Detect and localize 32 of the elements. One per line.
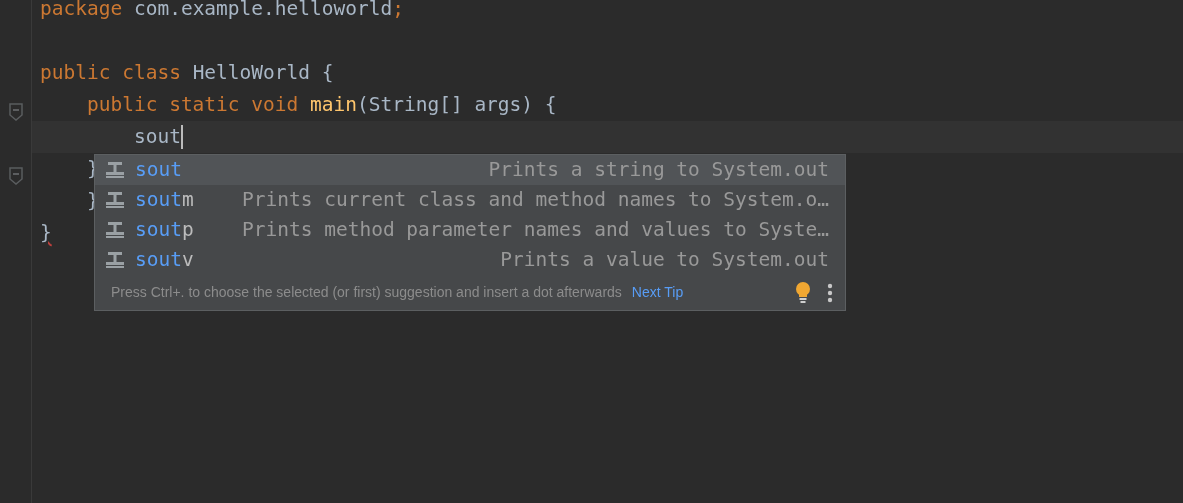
code-text: (String[] args) {	[357, 92, 557, 119]
template-icon	[105, 220, 125, 240]
item-description: Prints a value to System.out	[500, 247, 829, 274]
completion-item[interactable]: sout Prints a string to System.out	[95, 155, 845, 185]
lightbulb-icon	[795, 281, 811, 304]
hint-text: Press Ctrl+. to choose the selected (or first) suggestion and insert a dot afterwards	[111, 283, 622, 302]
item-description: Prints current class and method names to System.o…	[242, 187, 829, 214]
code-text: public class	[40, 60, 181, 87]
code-text: HelloWorld {	[191, 60, 334, 87]
code-text: package	[40, 0, 123, 23]
template-icon	[105, 160, 125, 180]
code-text: }	[40, 220, 52, 247]
next-tip-link[interactable]: Next Tip	[631, 282, 684, 303]
template-icon	[105, 250, 125, 270]
item-name: soutv	[135, 247, 195, 274]
item-description: Prints a string to System.out	[488, 157, 829, 184]
code-text: public static void	[85, 92, 299, 119]
template-icon	[105, 190, 125, 210]
item-name: sout	[135, 157, 183, 184]
completion-item[interactable]: soutm Prints current class and method names to System.o…	[95, 185, 845, 215]
more-options-icon[interactable]	[827, 282, 833, 303]
code-text: ;	[392, 0, 404, 23]
completion-item[interactable]: soutp Prints method parameter names and values to Syste…	[95, 215, 845, 245]
item-name: soutp	[135, 217, 195, 244]
code-text: sout	[132, 124, 181, 151]
code-text: com.example.helloworld	[132, 0, 393, 23]
completion-item[interactable]: soutv Prints a value to System.out	[95, 245, 845, 275]
code-text: main	[309, 92, 357, 119]
fold-icon[interactable]	[8, 167, 23, 185]
item-description: Prints method parameter names and values to Syste…	[242, 217, 829, 244]
item-name: soutm	[135, 187, 195, 214]
fold-icon[interactable]	[8, 103, 23, 121]
